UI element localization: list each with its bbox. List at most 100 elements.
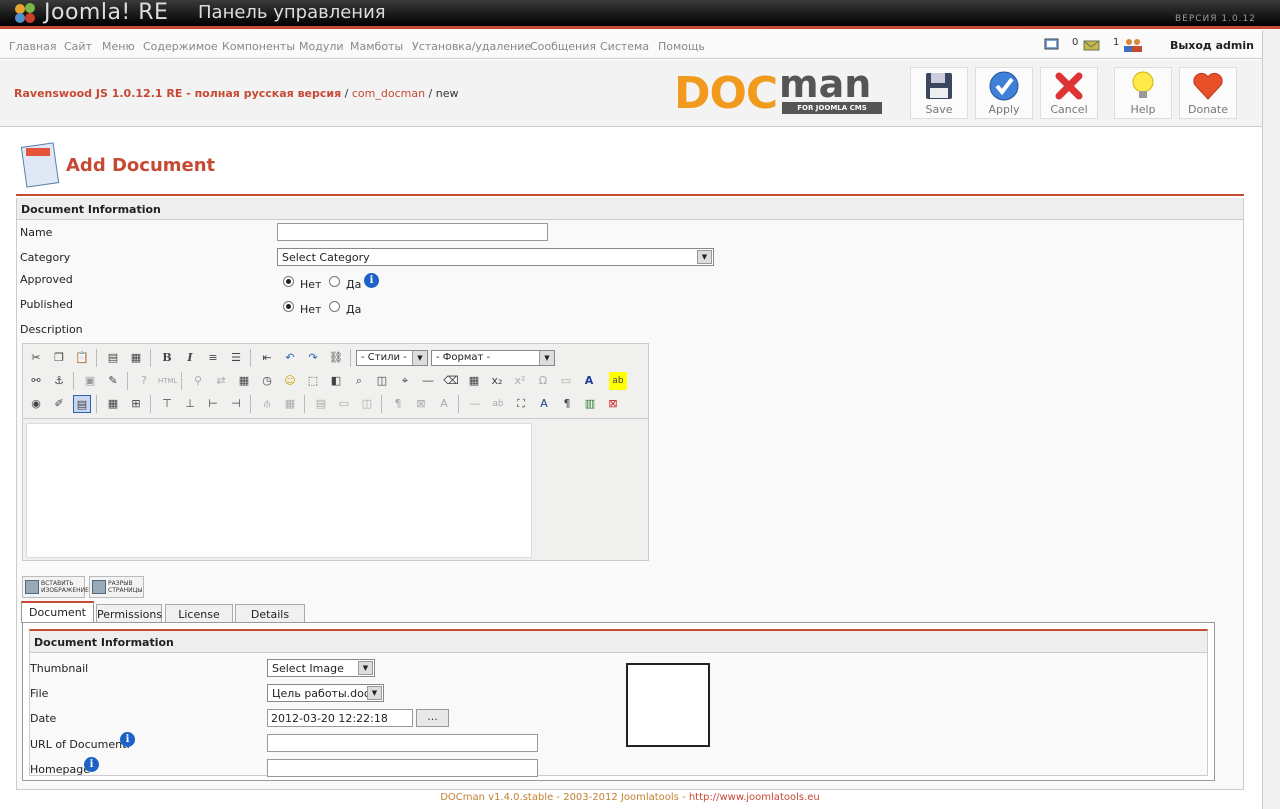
format-select[interactable]: - Формат - ▼ <box>431 350 555 366</box>
font-size-icon[interactable]: A <box>535 395 553 413</box>
insert-image-button[interactable]: ВСТАВИТЬ ИЗОБРАЖЕНИЕ <box>22 576 89 598</box>
toggle-guidelines-icon[interactable]: ▤ <box>73 395 91 413</box>
edit-icon[interactable]: ✐ <box>50 395 68 413</box>
image-icon[interactable]: ▣ <box>81 372 99 390</box>
preview-zoom-icon[interactable]: ⌕ <box>350 372 368 390</box>
vertical-scrollbar[interactable] <box>1262 30 1280 809</box>
tab-details[interactable]: Details <box>235 604 305 623</box>
thumbnail-select[interactable]: Select Image ▼ <box>267 659 375 677</box>
style-props-icon[interactable]: ⊠ <box>412 395 430 413</box>
paste-word-icon[interactable]: ▦ <box>127 349 145 367</box>
remove-format-icon[interactable]: ⌫ <box>442 372 460 390</box>
redo-icon[interactable]: ↷ <box>304 349 322 367</box>
footer-link[interactable]: http://www.joomlatools.eu <box>689 792 820 803</box>
cell-props-icon[interactable]: ⊞ <box>127 395 145 413</box>
editor-content-area[interactable] <box>26 423 532 558</box>
paste-text-icon[interactable]: ▤ <box>104 349 122 367</box>
anchor-icon[interactable]: ⚓ <box>50 372 68 390</box>
menu-item-system[interactable]: Система <box>600 40 649 53</box>
show-blocks-icon[interactable]: ¶ <box>558 395 576 413</box>
styles-select[interactable]: - Стили - ▼ <box>356 350 428 366</box>
html-icon[interactable]: HTML <box>158 372 177 390</box>
tab-permissions[interactable]: Permissions <box>96 604 162 623</box>
unlink-icon[interactable]: ⚯ <box>27 372 45 390</box>
link-icon[interactable]: ⛓ <box>327 349 345 367</box>
menu-item-help[interactable]: Помощь <box>658 40 705 53</box>
fullscreen-icon[interactable]: ⛶ <box>512 395 530 413</box>
table-icon[interactable]: ▦ <box>465 372 483 390</box>
row-after-icon[interactable]: ⊥ <box>181 395 199 413</box>
menu-item-messages[interactable]: Сообщения <box>530 40 596 53</box>
info-icon[interactable]: i <box>364 273 379 288</box>
emoticon-icon[interactable]: ☺ <box>281 372 299 390</box>
insert-date-icon[interactable]: ▦ <box>235 372 253 390</box>
row-before-icon[interactable]: ⊤ <box>158 395 176 413</box>
menu-item-components[interactable]: Компоненты <box>222 40 295 53</box>
visual-aid-icon[interactable]: ▭ <box>557 372 575 390</box>
hr-icon[interactable]: — <box>466 395 484 413</box>
compass-icon[interactable]: ◉ <box>27 395 45 413</box>
text-color-icon[interactable]: A <box>435 395 453 413</box>
col-after-icon[interactable]: ⊣ <box>227 395 245 413</box>
help-button[interactable]: Help <box>1114 67 1172 119</box>
donate-button[interactable]: Donate <box>1179 67 1237 119</box>
cut-icon[interactable]: ✂ <box>27 349 45 367</box>
table-props-icon[interactable]: ▦ <box>104 395 122 413</box>
tab-license[interactable]: License <box>165 604 233 623</box>
menu-item-home[interactable]: Главная <box>9 40 57 53</box>
published-yes-radio[interactable] <box>329 301 340 312</box>
replace-icon[interactable]: ⇄ <box>212 372 230 390</box>
move-forward-icon[interactable]: ▭ <box>335 395 353 413</box>
bullet-list-icon[interactable]: ☰ <box>227 349 245 367</box>
font-color-icon[interactable]: A <box>580 372 598 390</box>
bold-icon[interactable]: B <box>158 349 176 367</box>
date-input[interactable] <box>267 709 413 727</box>
menu-item-installers[interactable]: Установка/удаление <box>412 40 531 53</box>
absolute-icon[interactable]: ⌖ <box>396 372 414 390</box>
paragraph-icon[interactable]: ¶ <box>389 395 407 413</box>
breadcrumb-component[interactable]: com_docman <box>352 87 425 100</box>
users-icon[interactable] <box>1122 38 1144 52</box>
insert-time-icon[interactable]: ◷ <box>258 372 276 390</box>
merge-cells-icon[interactable]: ▦ <box>281 395 299 413</box>
tab-document[interactable]: Document <box>21 601 94 623</box>
preview-icon[interactable] <box>1044 38 1060 52</box>
cleanup-icon[interactable]: ✎ <box>104 372 122 390</box>
layer-icon[interactable]: ◧ <box>327 372 345 390</box>
outdent-icon[interactable]: ⇤ <box>258 349 276 367</box>
insert-layer-icon[interactable]: ▤ <box>312 395 330 413</box>
numbered-list-icon[interactable]: ≡ <box>204 349 222 367</box>
name-input[interactable] <box>277 223 548 241</box>
help-circle-icon[interactable]: ? <box>135 372 153 390</box>
find-icon[interactable]: ⚲ <box>189 372 207 390</box>
move-backward-icon[interactable]: ◫ <box>358 395 376 413</box>
messages-icon[interactable] <box>1082 38 1102 52</box>
url-input[interactable] <box>267 734 538 752</box>
copy-icon[interactable]: ❐ <box>50 349 68 367</box>
cancel-button[interactable]: Cancel <box>1040 67 1098 119</box>
menu-item-menu[interactable]: Меню <box>102 40 135 53</box>
menu-item-mambots[interactable]: Мамботы <box>350 40 403 53</box>
media-icon[interactable]: ⬚ <box>304 372 322 390</box>
approved-yes-radio[interactable] <box>329 276 340 287</box>
homepage-input[interactable] <box>267 759 538 777</box>
page-break-button[interactable]: РАЗРЫВ СТРАНИЦЫ <box>89 576 144 598</box>
subscript-icon[interactable]: x₂ <box>488 372 506 390</box>
highlight-color-icon[interactable]: ab <box>609 372 627 390</box>
menu-item-content[interactable]: Содержимое <box>143 40 218 53</box>
copy-format-icon[interactable]: ◫ <box>373 372 391 390</box>
info-icon[interactable]: i <box>120 732 135 747</box>
logout-link[interactable]: Выход admin <box>1170 39 1254 52</box>
horizontal-rule-icon[interactable]: ― <box>419 372 437 390</box>
undo-icon[interactable]: ↶ <box>281 349 299 367</box>
template-icon[interactable]: ⊠ <box>604 395 622 413</box>
category-select[interactable]: Select Category ▼ <box>277 248 714 266</box>
italic-icon[interactable]: I <box>181 349 199 367</box>
film-icon[interactable]: ▥ <box>581 395 599 413</box>
file-select[interactable]: Цель работы.doc ▼ <box>267 684 384 702</box>
menu-item-site[interactable]: Сайт <box>64 40 92 53</box>
breadcrumb-site[interactable]: Ravenswood JS 1.0.12.1 RE - полная русск… <box>14 87 341 100</box>
date-picker-button[interactable]: ... <box>416 709 449 727</box>
published-no-radio[interactable] <box>283 301 294 312</box>
spellcheck-icon[interactable]: ab <box>489 395 507 413</box>
